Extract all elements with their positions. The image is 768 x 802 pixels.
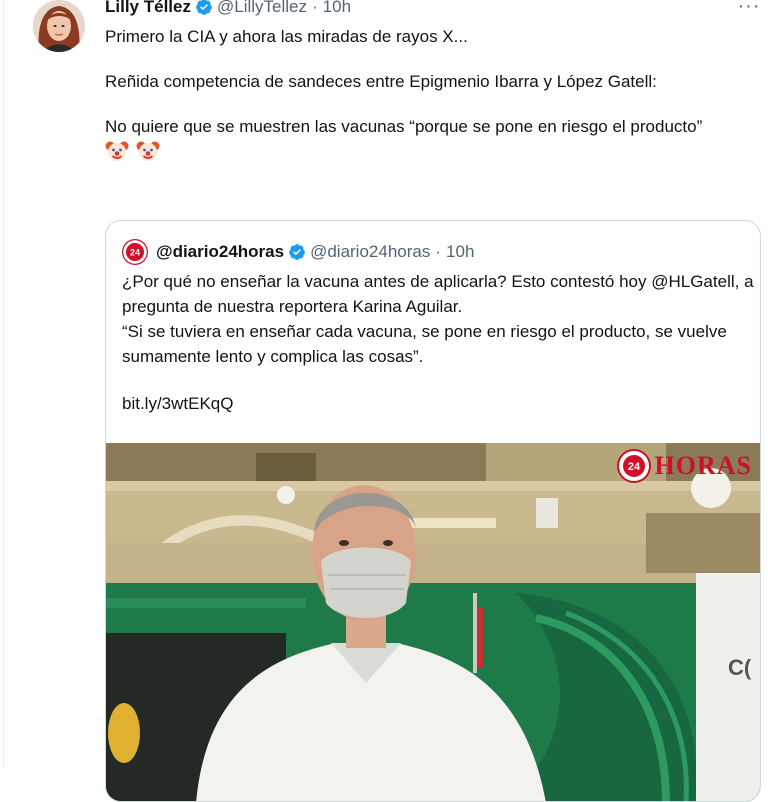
diario24horas-watermark: 24 HORAS: [616, 449, 752, 483]
quoted-paragraph: ¿Por qué no enseñar la vacuna antes de a…: [122, 272, 754, 316]
separator-dot: ·: [435, 242, 442, 261]
tweet-header: Lilly Téllez @LillyTellez · 10h: [105, 0, 351, 19]
quoted-author-handle[interactable]: @diario24horas: [310, 242, 430, 262]
quoted-timestamp[interactable]: 10h: [446, 242, 474, 262]
quoted-paragraph: “Si se tuviera en enseñar cada vacuna, s…: [122, 322, 727, 366]
verified-badge-icon: [196, 0, 212, 15]
watermark-badge-text: 24: [627, 461, 640, 473]
quoted-author-name[interactable]: @diario24horas: [156, 242, 284, 262]
more-icon: ···: [737, 0, 761, 17]
separator-dot: ·: [312, 0, 318, 16]
author-handle[interactable]: @LillyTellez: [217, 0, 307, 17]
logo-badge-text: 24: [130, 248, 140, 258]
video-frame-image: C(: [106, 443, 760, 801]
more-options-button[interactable]: ···: [736, 0, 762, 16]
tweet-line: Reñida competencia de sandeces entre Epi…: [105, 72, 657, 91]
sign-fragment-text: C(: [728, 655, 752, 680]
watermark-logo-icon: 24: [616, 449, 651, 483]
shortened-link[interactable]: bit.ly/3wtEKqQ: [122, 391, 754, 416]
tweet-line: No quiere que se muestren las vacunas “p…: [105, 117, 703, 136]
verified-badge-icon: [289, 244, 305, 260]
profile-photo-icon: [33, 0, 85, 52]
author-name[interactable]: Lilly Téllez: [105, 0, 191, 17]
tweet-text: Primero la CIA y ahora las miradas de ra…: [105, 26, 745, 162]
quoted-tweet-card[interactable]: 24 @diario24horas @diario24horas · 10h ¿…: [105, 220, 761, 802]
tweet-timestamp[interactable]: 10h: [323, 0, 351, 17]
author-avatar[interactable]: [33, 0, 85, 52]
diario24horas-logo-icon[interactable]: 24: [122, 239, 148, 265]
emoji-row: [105, 140, 745, 162]
clown-face-emoji-icon: [136, 141, 160, 161]
timeline-divider: [3, 0, 4, 768]
clown-face-emoji-icon: [105, 141, 129, 161]
watermark-text: HORAS: [654, 451, 752, 480]
tweet-line: Primero la CIA y ahora las miradas de ra…: [105, 27, 468, 46]
quoted-tweet-header: 24 @diario24horas @diario24horas · 10h: [122, 239, 474, 265]
quoted-tweet-text: ¿Por qué no enseñar la vacuna antes de a…: [122, 269, 754, 416]
quoted-video-thumbnail[interactable]: C( 24 HORAS: [106, 443, 760, 801]
